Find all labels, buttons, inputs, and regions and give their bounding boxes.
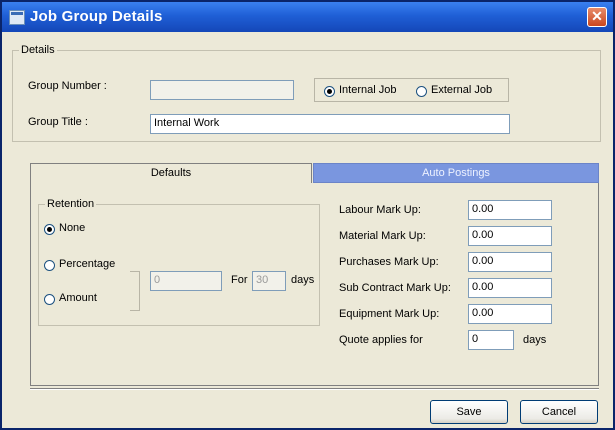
- retention-days-label: days: [291, 274, 315, 286]
- close-icon: ✕: [591, 8, 603, 24]
- retention-amount-label[interactable]: Amount: [59, 292, 97, 304]
- quote-days-unit: days: [523, 334, 547, 346]
- purchases-markup-field[interactable]: 0.00: [468, 252, 552, 272]
- group-title-field[interactable]: Internal Work: [150, 114, 510, 134]
- material-markup-field[interactable]: 0.00: [468, 226, 552, 246]
- bottom-separator-highlight: [30, 389, 599, 390]
- subcontract-markup-field[interactable]: 0.00: [468, 278, 552, 298]
- retention-none-radio[interactable]: [44, 224, 55, 235]
- group-number-label: Group Number :: [28, 80, 107, 92]
- quote-applies-label: Quote applies for: [339, 334, 423, 346]
- job-group-details-window: Job Group Details ✕ Details Group Number…: [0, 0, 615, 430]
- purchases-markup-label: Purchases Mark Up:: [339, 256, 439, 268]
- save-button[interactable]: Save: [430, 400, 508, 424]
- material-markup-label: Material Mark Up:: [339, 230, 426, 242]
- external-job-label[interactable]: External Job: [431, 84, 492, 96]
- details-caption: Details: [19, 44, 57, 56]
- group-number-field[interactable]: [150, 80, 294, 100]
- retention-caption: Retention: [45, 198, 97, 210]
- group-title-label: Group Title :: [28, 116, 88, 128]
- equipment-markup-label: Equipment Mark Up:: [339, 308, 440, 320]
- window-app-icon: [9, 10, 25, 25]
- subcontract-markup-label: Sub Contract Mark Up:: [339, 282, 451, 294]
- title-bar[interactable]: Job Group Details ✕: [2, 2, 613, 32]
- retention-option-bracket: [130, 271, 140, 311]
- retention-none-label[interactable]: None: [59, 222, 85, 234]
- tab-defaults[interactable]: Defaults: [30, 163, 312, 183]
- external-job-radio[interactable]: [416, 86, 427, 97]
- labour-markup-label: Labour Mark Up:: [339, 204, 421, 216]
- tab-auto-postings[interactable]: Auto Postings: [313, 163, 599, 183]
- window-title: Job Group Details: [30, 8, 163, 25]
- internal-job-label[interactable]: Internal Job: [339, 84, 396, 96]
- retention-value-field[interactable]: 0: [150, 271, 222, 291]
- retention-for-field[interactable]: 30: [252, 271, 286, 291]
- labour-markup-field[interactable]: 0.00: [468, 200, 552, 220]
- cancel-button[interactable]: Cancel: [520, 400, 598, 424]
- retention-amount-radio[interactable]: [44, 294, 55, 305]
- equipment-markup-field[interactable]: 0.00: [468, 304, 552, 324]
- close-button[interactable]: ✕: [587, 7, 607, 27]
- retention-percentage-radio[interactable]: [44, 260, 55, 271]
- internal-job-radio[interactable]: [324, 86, 335, 97]
- retention-percentage-label[interactable]: Percentage: [59, 258, 115, 270]
- retention-for-label: For: [231, 274, 248, 286]
- quote-days-field[interactable]: 0: [468, 330, 514, 350]
